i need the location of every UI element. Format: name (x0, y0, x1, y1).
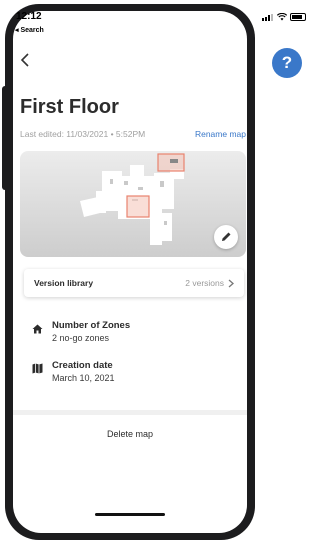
no-go-zone (126, 195, 150, 218)
zones-title: Number of Zones (52, 320, 131, 331)
version-count-group: 2 versions (185, 278, 234, 288)
version-count: 2 versions (185, 278, 224, 288)
phone-side-button (2, 86, 8, 190)
map-preview[interactable] (20, 151, 246, 257)
last-edited-text: Last edited: 11/03/2021 • 5:52PM (20, 129, 146, 139)
edited-row: Last edited: 11/03/2021 • 5:52PM Rename … (20, 129, 246, 139)
help-button[interactable]: ? (272, 48, 302, 78)
home-indicator (95, 513, 165, 516)
delete-map-button[interactable]: Delete map (13, 429, 247, 439)
zones-value: 2 no-go zones (52, 333, 110, 343)
creation-value: March 10, 2021 (52, 373, 115, 383)
creation-info: Creation date March 10, 2021 (32, 360, 115, 383)
map-icon (32, 361, 48, 383)
back-button[interactable] (20, 52, 30, 70)
rename-map-link[interactable]: Rename map (195, 129, 246, 139)
version-library-row[interactable]: Version library 2 versions (24, 269, 244, 297)
page-title: First Floor (20, 96, 119, 118)
status-icons (262, 13, 306, 21)
wifi-icon (277, 13, 287, 21)
version-library-label: Version library (34, 278, 94, 288)
creation-title: Creation date (52, 360, 113, 371)
chevron-right-icon (228, 279, 234, 287)
signal-icon (262, 13, 274, 21)
status-time: 12:12 (16, 11, 42, 22)
battery-icon (290, 13, 306, 21)
zones-info: Number of Zones 2 no-go zones (32, 320, 130, 343)
status-back-to-search[interactable]: ◂ Search (15, 26, 44, 34)
edit-map-button[interactable] (214, 225, 238, 249)
section-divider (13, 410, 247, 415)
pencil-icon (222, 232, 231, 241)
home-icon (32, 321, 48, 343)
floor-map (80, 153, 185, 245)
chevron-left-icon (20, 53, 29, 67)
